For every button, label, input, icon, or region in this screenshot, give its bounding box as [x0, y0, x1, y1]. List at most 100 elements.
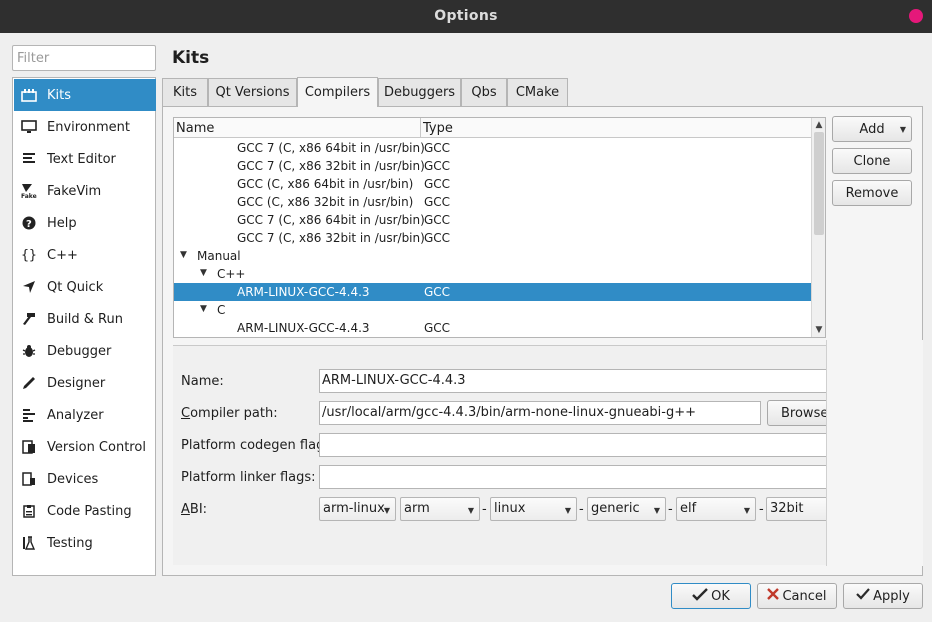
sidebar-item-label: Devices [47, 471, 99, 487]
compiler-type: GCC [424, 195, 451, 209]
hammer-icon [21, 311, 37, 327]
abi-flavor-combo[interactable]: generic ▼ [587, 497, 666, 521]
abi-label: ABI: [181, 502, 208, 517]
tree-row[interactable]: GCC (C, x86 64bit in /usr/bin) GCC [174, 175, 811, 193]
qt-quick-icon [21, 279, 37, 295]
name-field[interactable]: ARM-LINUX-GCC-4.4.3 [319, 369, 839, 393]
expand-arrow-icon[interactable]: ▼ [180, 250, 187, 260]
tree-row-group-manual[interactable]: ▼ Manual [174, 247, 811, 265]
abi-preset-value: arm-linux [323, 501, 385, 516]
expand-arrow-icon[interactable]: ▼ [200, 268, 207, 278]
sidebar-item-debugger[interactable]: Debugger [14, 335, 156, 367]
panel-clip-area [826, 340, 923, 566]
compiler-name: ARM-LINUX-GCC-4.4.3 [237, 321, 370, 335]
sidebar-item-label: Analyzer [47, 407, 104, 423]
tab-cmake[interactable]: CMake [507, 78, 568, 106]
sidebar-item-label: FakeVim [47, 183, 102, 199]
column-header-name[interactable]: Name [176, 121, 214, 136]
sidebar-item-code-pasting[interactable]: Code Pasting [14, 495, 156, 527]
sidebar-item-cpp[interactable]: {} C++ [14, 239, 156, 271]
platform-codegen-flags-field[interactable] [319, 433, 839, 457]
abi-architecture-combo[interactable]: arm ▼ [400, 497, 480, 521]
column-header-type[interactable]: Type [423, 121, 453, 136]
sidebar-item-help[interactable]: ? Help [14, 207, 156, 239]
compiler-type: GCC [424, 321, 451, 335]
compiler-type: GCC [424, 177, 451, 191]
platform-linker-flags-field[interactable] [319, 465, 839, 489]
sidebar-item-label: Debugger [47, 343, 112, 359]
compiler-tree[interactable]: Name Type GCC 7 (C, x86 64bit in /usr/bi… [173, 117, 826, 338]
compiler-name: GCC (C, x86 64bit in /usr/bin) [237, 177, 414, 191]
compiler-name: GCC (C, x86 32bit in /usr/bin) [237, 195, 414, 209]
compiler-path-field[interactable]: /usr/local/arm/gcc-4.4.3/bin/arm-none-li… [319, 401, 761, 425]
version-control-icon [21, 439, 37, 455]
tree-row-group-cpp[interactable]: ▼ C++ [174, 265, 811, 283]
sidebar-item-label: Text Editor [47, 151, 116, 167]
tab-qt-versions[interactable]: Qt Versions [208, 78, 297, 106]
expand-arrow-icon[interactable]: ▼ [200, 304, 207, 314]
tree-row[interactable]: GCC 7 (C, x86 64bit in /usr/bin) GCC [174, 211, 811, 229]
sidebar-item-devices[interactable]: Devices [14, 463, 156, 495]
group-name: C++ [217, 267, 246, 281]
remove-button[interactable]: Remove [832, 180, 912, 206]
sidebar-item-fakevim[interactable]: Fake FakeVim [14, 175, 156, 207]
sidebar-item-environment[interactable]: Environment [14, 111, 156, 143]
close-icon[interactable] [909, 9, 923, 23]
sidebar-item-analyzer[interactable]: Analyzer [14, 399, 156, 431]
scroll-up-icon[interactable]: ▲ [812, 118, 825, 132]
compiler-name: GCC 7 (C, x86 64bit in /usr/bin) [237, 213, 425, 227]
sidebar-item-qt-quick[interactable]: Qt Quick [14, 271, 156, 303]
tab-compilers[interactable]: Compilers [297, 77, 378, 107]
tree-scrollbar[interactable]: ▲ ▼ [811, 118, 825, 337]
column-divider[interactable] [420, 118, 421, 138]
ok-label: OK [711, 588, 730, 604]
sidebar-item-testing[interactable]: Testing [14, 527, 156, 559]
tree-row-selected[interactable]: ARM-LINUX-GCC-4.4.3 GCC [174, 283, 811, 301]
compiler-path-label: Compiler path: [181, 406, 278, 421]
group-name: C [217, 303, 226, 317]
svg-text:Fake: Fake [21, 193, 37, 199]
scroll-down-icon[interactable]: ▼ [812, 323, 825, 337]
tab-kits[interactable]: Kits [162, 78, 208, 106]
title-bar: Options [0, 0, 932, 33]
abi-format-combo[interactable]: elf ▼ [676, 497, 756, 521]
tree-row[interactable]: GCC 7 (C, x86 32bit in /usr/bin) GCC [174, 157, 811, 175]
compiler-type: GCC [424, 159, 451, 173]
tree-row[interactable]: ARM-LINUX-GCC-4.4.3 GCC [174, 319, 811, 337]
sidebar-item-version-control[interactable]: Version Control [14, 431, 156, 463]
sidebar-item-label: Version Control [47, 439, 146, 455]
tree-row-group-c[interactable]: ▼ C [174, 301, 811, 319]
platform-codegen-flags-label: Platform codegen flags: [181, 438, 336, 453]
abi-preset-combo[interactable]: arm-linux ▼ [319, 497, 396, 521]
tree-row[interactable]: GCC (C, x86 32bit in /usr/bin) GCC [174, 193, 811, 211]
abi-architecture-value: arm [404, 501, 430, 516]
help-icon: ? [21, 215, 37, 231]
chevron-down-icon: ▼ [653, 506, 660, 515]
apply-check-icon [856, 588, 870, 604]
ok-button[interactable]: OK [671, 583, 751, 609]
tab-qbs[interactable]: Qbs [461, 78, 507, 106]
apply-button[interactable]: Apply [843, 583, 923, 609]
sidebar-item-build-run[interactable]: Build & Run [14, 303, 156, 335]
abi-os-combo[interactable]: linux ▼ [490, 497, 577, 521]
chevron-down-icon: ▼ [743, 506, 750, 515]
sidebar-item-text-editor[interactable]: Text Editor [14, 143, 156, 175]
cancel-button[interactable]: Cancel [757, 583, 837, 609]
abi-separator: - [579, 502, 584, 517]
tree-header: Name Type [174, 118, 811, 138]
sidebar-item-designer[interactable]: Designer [14, 367, 156, 399]
tab-debuggers[interactable]: Debuggers [378, 78, 461, 106]
sidebar-item-label: C++ [47, 247, 78, 263]
abi-width-value: 32bit [770, 501, 804, 516]
scrollbar-thumb[interactable] [814, 132, 824, 235]
sidebar-item-label: Designer [47, 375, 106, 391]
tree-row[interactable]: GCC 7 (C, x86 32bit in /usr/bin) GCC [174, 229, 811, 247]
clone-button[interactable]: Clone [832, 148, 912, 174]
tree-row[interactable]: GCC 7 (C, x86 64bit in /usr/bin) GCC [174, 139, 811, 157]
flask-icon [21, 535, 37, 551]
sidebar-item-kits[interactable]: Kits [14, 79, 156, 111]
filter-input[interactable] [12, 45, 156, 71]
svg-text:?: ? [26, 219, 32, 230]
add-button[interactable]: Add ▼ [832, 116, 912, 142]
page-title: Kits [172, 48, 210, 68]
